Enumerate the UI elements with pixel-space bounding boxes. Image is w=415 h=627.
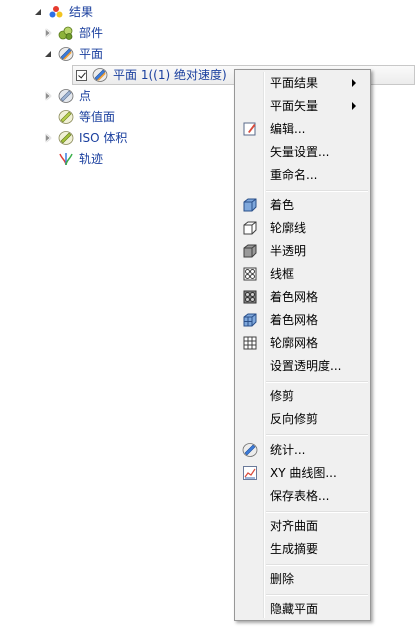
menu-item-translucent[interactable]: 半透明 <box>237 240 368 262</box>
tree-node-points[interactable]: 点 <box>44 87 91 105</box>
menu-item-save-table[interactable]: 保存表格... <box>237 485 368 507</box>
tree-node-iso-volume[interactable]: ISO 体积 <box>44 129 127 147</box>
menu-item-clip[interactable]: 修剪 <box>237 385 368 407</box>
menu-item-reverse-clip[interactable]: 反向修剪 <box>237 408 368 430</box>
tree-node-planes[interactable]: 平面 <box>44 45 103 63</box>
menu-item-wireframe[interactable]: 线框 <box>237 263 368 285</box>
submenu-arrow-icon <box>352 102 356 110</box>
menu-separator <box>266 190 368 192</box>
submenu-arrow-icon <box>352 79 356 87</box>
tree-node-label: 点 <box>79 89 92 103</box>
menu-item-delete[interactable]: 删除 <box>237 568 368 590</box>
menu-item-outline[interactable]: 轮廓线 <box>237 217 368 239</box>
tree-node-label: 等值面 <box>79 110 116 124</box>
tree-node-label: 平面 1((1) 绝对速度) <box>113 68 227 82</box>
menu-item-shaded-mesh-2[interactable]: 着色网格 <box>237 309 368 331</box>
outline-cube-icon <box>242 220 258 236</box>
tree-node-label: 平面 <box>79 47 104 61</box>
tree-node-plane-1[interactable]: 平面 1((1) 绝对速度) <box>76 66 227 84</box>
menu-item-outline-mesh[interactable]: 轮廓网格 <box>237 332 368 354</box>
tree-node-parts[interactable]: 部件 <box>44 24 103 42</box>
menu-item-plane-vectors[interactable]: 平面矢量 <box>237 95 368 117</box>
streamline-icon <box>58 151 74 167</box>
translucent-cube-icon <box>242 243 258 259</box>
menu-item-rename[interactable]: 重命名... <box>237 164 368 186</box>
menu-item-plane-results[interactable]: 平面结果 <box>237 72 368 94</box>
menu-separator <box>266 434 368 436</box>
menu-item-xy-plot[interactable]: XY 曲线图... <box>237 462 368 484</box>
isosurface-icon <box>58 109 74 125</box>
menu-item-edit[interactable]: 编辑... <box>237 118 368 140</box>
iso-volume-icon <box>58 130 74 146</box>
edit-icon <box>242 121 258 137</box>
tree-node-label: 轨迹 <box>79 152 104 166</box>
shaded-cube-icon <box>242 197 258 213</box>
statistics-icon <box>242 442 258 458</box>
menu-item-shaded-mesh[interactable]: 着色网格 <box>237 286 368 308</box>
menu-separator <box>266 594 368 596</box>
menu-item-vector-settings[interactable]: 矢量设置... <box>237 141 368 163</box>
collapse-arrow-icon[interactable] <box>34 7 44 17</box>
menu-item-hide-plane[interactable]: 隐藏平面 <box>237 598 368 620</box>
menu-item-set-transparency[interactable]: 设置透明度... <box>237 355 368 377</box>
tree-node-isosurface[interactable]: 等值面 <box>58 108 115 126</box>
wireframe-cube-icon <box>242 266 258 282</box>
menu-item-align-surface[interactable]: 对齐曲面 <box>237 515 368 537</box>
tree-node-label: 部件 <box>79 26 104 40</box>
visibility-checkbox[interactable] <box>76 69 87 81</box>
menu-item-generate-summary[interactable]: 生成摘要 <box>237 538 368 560</box>
outline-mesh-icon <box>242 335 258 351</box>
results-icon <box>48 4 64 20</box>
expand-arrow-icon[interactable] <box>44 91 54 101</box>
tree-node-label: 结果 <box>69 5 94 19</box>
plane-icon <box>92 67 108 83</box>
menu-separator <box>266 564 368 566</box>
tree-node-label: ISO 体积 <box>79 131 128 145</box>
context-menu: 平面结果 平面矢量 编辑... 矢量设置... 重命名... 着色 轮廓线 半透… <box>234 69 371 621</box>
xy-plot-icon <box>242 465 258 481</box>
tree-node-streamlines[interactable]: 轨迹 <box>58 150 103 168</box>
shaded-mesh-icon <box>242 289 258 305</box>
menu-item-shaded[interactable]: 着色 <box>237 194 368 216</box>
tree-node-results[interactable]: 结果 <box>34 3 93 21</box>
expand-arrow-icon[interactable] <box>44 133 54 143</box>
parts-icon <box>58 25 74 41</box>
menu-separator <box>266 511 368 513</box>
expand-arrow-icon[interactable] <box>44 28 54 38</box>
plane-icon <box>58 46 74 62</box>
shaded-mesh-2-icon <box>242 312 258 328</box>
menu-separator <box>266 381 368 383</box>
menu-item-statistics[interactable]: 统计... <box>237 439 368 461</box>
point-icon <box>58 88 74 104</box>
collapse-arrow-icon[interactable] <box>44 49 54 59</box>
